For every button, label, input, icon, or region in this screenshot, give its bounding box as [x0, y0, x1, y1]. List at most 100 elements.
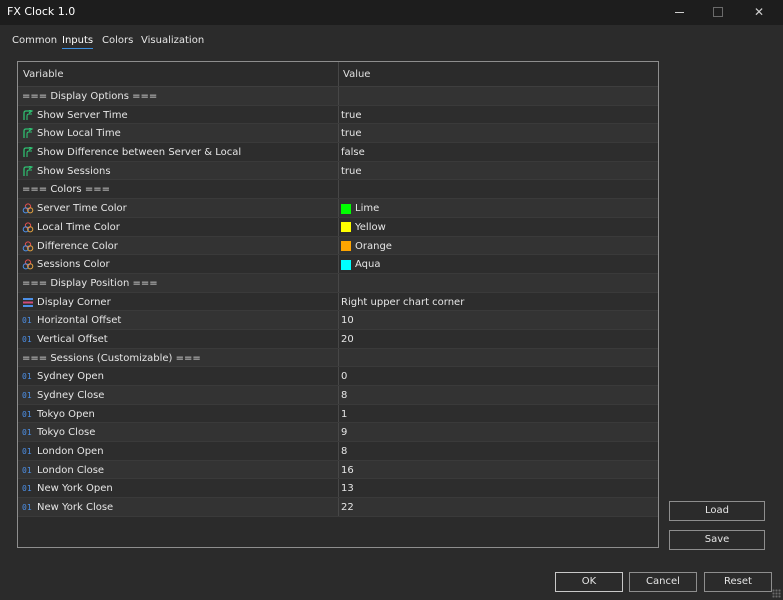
ok-button[interactable]: OK	[555, 572, 623, 592]
section-row[interactable]: === Display Position ===	[18, 273, 658, 293]
value-cell[interactable]: 8	[341, 390, 347, 401]
variable-name: Tokyo Open	[37, 408, 95, 420]
bool-arrow-icon	[22, 128, 37, 139]
variable-name: === Sessions (Customizable) ===	[22, 352, 201, 364]
cell-divider	[338, 105, 339, 124]
column-header-value[interactable]: Value	[343, 69, 370, 80]
variable-name: London Open	[37, 446, 104, 458]
table-row[interactable]: 01 Vertical Offset 20	[18, 329, 658, 349]
table-row[interactable]: 01 London Close 16	[18, 460, 658, 480]
value-cell[interactable]: Yellow	[341, 222, 386, 233]
variable-cell: === Display Options ===	[22, 91, 157, 102]
value-cell[interactable]: Lime	[341, 203, 379, 214]
value-text: 8	[341, 390, 348, 401]
table-row[interactable]: Sessions Color Aqua	[18, 255, 658, 274]
table-row[interactable]: 01 Tokyo Open 1	[18, 404, 658, 424]
minimize-button[interactable]	[662, 0, 696, 24]
cell-divider	[338, 442, 339, 460]
value-cell[interactable]: Orange	[341, 241, 392, 252]
load-button[interactable]: Load	[669, 501, 765, 521]
table-row[interactable]: Difference Color Orange	[18, 236, 658, 256]
cancel-button[interactable]: Cancel	[629, 572, 697, 592]
value-cell[interactable]: Aqua	[341, 259, 380, 270]
tab-common[interactable]: Common	[12, 35, 57, 48]
variable-name: === Colors ===	[22, 184, 110, 196]
value-cell[interactable]: true	[341, 166, 362, 177]
save-button[interactable]: Save	[669, 530, 765, 550]
value-text: 9	[341, 427, 348, 439]
int-01-icon: 01	[22, 465, 32, 475]
table-row[interactable]: 01 Tokyo Close 9	[18, 423, 658, 443]
variable-cell: 01 Vertical Offset	[22, 334, 108, 345]
table-row[interactable]: 01 New York Open 13	[18, 479, 658, 499]
value-cell[interactable]: 20	[341, 334, 354, 345]
value-cell[interactable]: 0	[341, 371, 347, 382]
variable-cell: 01 Sydney Close	[22, 390, 104, 401]
maximize-button[interactable]	[701, 0, 735, 24]
value-text: 8	[341, 446, 348, 458]
variable-name: Show Server Time	[37, 109, 128, 121]
variable-name: === Display Position ===	[22, 277, 158, 289]
value-text: 20	[341, 333, 354, 345]
table-row[interactable]: Server Time Color Lime	[18, 199, 658, 218]
value-cell[interactable]: true	[341, 128, 362, 139]
variable-cell: === Colors ===	[22, 184, 110, 195]
maximize-icon	[713, 7, 723, 17]
value-text: 1	[341, 408, 348, 420]
value-text: Aqua	[355, 259, 381, 271]
table-row[interactable]: 01 Horizontal Offset 10	[18, 311, 658, 330]
reset-button[interactable]: Reset	[704, 572, 772, 592]
cell-divider	[338, 199, 339, 217]
value-cell[interactable]: 9	[341, 427, 347, 438]
value-cell[interactable]: 1	[341, 409, 347, 420]
variable-name: Sessions Color	[37, 259, 110, 271]
table-row[interactable]: 01 London Open 8	[18, 442, 658, 461]
table-row[interactable]: Display Corner Right upper chart corner	[18, 292, 658, 312]
value-cell[interactable]: true	[341, 110, 362, 121]
variable-name: Horizontal Offset	[37, 315, 122, 327]
variable-name: Display Corner	[37, 296, 111, 308]
cell-divider	[338, 479, 339, 498]
value-cell[interactable]: 8	[341, 446, 347, 457]
value-cell[interactable]: 16	[341, 465, 354, 476]
table-row[interactable]: Show Difference between Server & Local fa…	[18, 143, 658, 162]
table-row[interactable]: Show Local Time true	[18, 124, 658, 144]
table-row[interactable]: 01 Sydney Open 0	[18, 367, 658, 386]
value-cell[interactable]: 13	[341, 483, 354, 494]
section-row[interactable]: === Colors ===	[18, 180, 658, 200]
value-cell[interactable]: 22	[341, 502, 354, 513]
close-icon: ✕	[753, 5, 765, 19]
resize-grip-icon[interactable]	[772, 589, 781, 598]
cell-divider	[338, 217, 339, 236]
color-swatch	[341, 203, 351, 214]
section-row[interactable]: === Sessions (Customizable) ===	[18, 348, 658, 368]
bool-arrow-icon	[22, 109, 37, 121]
column-divider[interactable]	[338, 62, 339, 86]
cell-divider	[338, 236, 339, 255]
value-text: 10	[341, 315, 354, 327]
value-cell[interactable]: 10	[341, 315, 354, 326]
table-row[interactable]: 01 New York Close 22	[18, 498, 658, 517]
value-cell[interactable]: Right upper chart corner	[341, 297, 464, 308]
column-header-variable[interactable]: Variable	[23, 69, 64, 80]
tab-inputs[interactable]: Inputs	[62, 35, 94, 49]
table-row[interactable]: Local Time Color Yellow	[18, 217, 658, 237]
table-row[interactable]: 01 Sydney Close 8	[18, 386, 658, 405]
variable-name: Sydney Close	[37, 390, 105, 401]
color-swatch	[341, 222, 351, 233]
value-text: 22	[341, 502, 354, 514]
variable-cell: 01 London Open	[22, 446, 104, 457]
section-row[interactable]: === Display Options ===	[18, 87, 658, 106]
int-01-icon: 01	[22, 484, 32, 494]
close-button[interactable]: ✕	[742, 0, 776, 24]
table-row[interactable]: Show Sessions true	[18, 161, 658, 181]
variable-cell: 01 Sydney Open	[22, 371, 104, 382]
table-row[interactable]: Show Server Time true	[18, 105, 658, 125]
cell-divider	[338, 329, 339, 348]
variable-name: Show Sessions	[37, 165, 111, 177]
tab-visualization[interactable]: Visualization	[141, 35, 204, 48]
value-text: true	[341, 109, 362, 121]
value-cell[interactable]: false	[341, 147, 365, 158]
tab-colors[interactable]: Colors	[102, 35, 133, 48]
variable-cell: 01 New York Open	[22, 483, 113, 494]
